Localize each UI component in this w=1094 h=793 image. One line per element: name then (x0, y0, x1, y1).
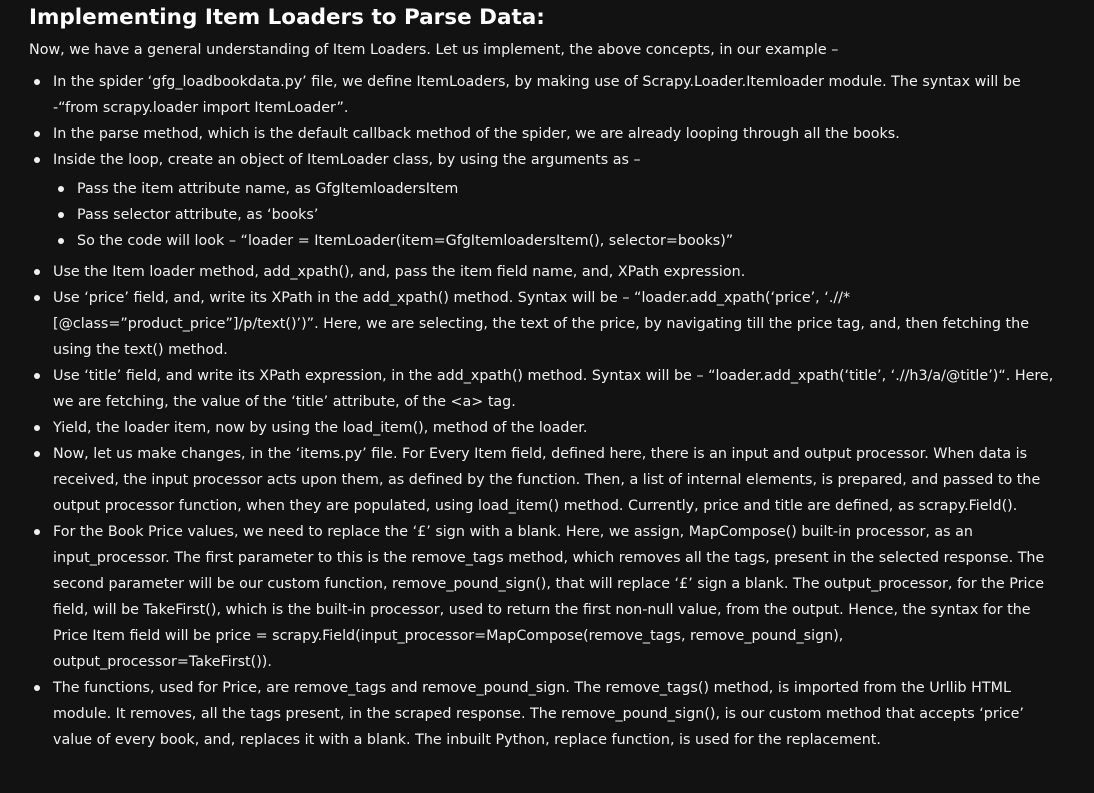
list-item-text: Use ‘title’ field, and write its XPath e… (53, 368, 1054, 410)
sub-list-item: Pass selector attribute, as ‘books’ (53, 202, 1064, 228)
section-heading: Implementing Item Loaders to Parse Data: (29, 5, 545, 30)
list-item-text: Use ‘price’ field, and, write its XPath … (53, 290, 1029, 358)
list-item-text: The functions, used for Price, are remov… (53, 680, 1024, 748)
list-item: In the spider ‘gfg_loadbookdata.py’ file… (29, 69, 1064, 121)
list-item: In the parse method, which is the defaul… (29, 121, 1064, 147)
steps-list: In the spider ‘gfg_loadbookdata.py’ file… (29, 69, 1064, 753)
list-item-text: Use the Item loader method, add_xpath(),… (53, 264, 746, 280)
sub-list-item: So the code will look – “loader = ItemLo… (53, 228, 1064, 254)
sub-list-item-text: Pass the item attribute name, as GfgItem… (77, 181, 459, 197)
list-item: Yield, the loader item, now by using the… (29, 415, 1064, 441)
list-item-text: In the parse method, which is the defaul… (53, 126, 900, 142)
list-item: For the Book Price values, we need to re… (29, 519, 1064, 675)
sub-list-item: Pass the item attribute name, as GfgItem… (53, 176, 1064, 202)
list-item-text: In the spider ‘gfg_loadbookdata.py’ file… (53, 74, 1021, 116)
list-item: Use the Item loader method, add_xpath(),… (29, 259, 1064, 285)
intro-paragraph: Now, we have a general understanding of … (29, 42, 839, 58)
article-content: Implementing Item Loaders to Parse Data:… (0, 0, 1094, 793)
list-item-text: Inside the loop, create an object of Ite… (53, 152, 641, 168)
list-item-text: Now, let us make changes, in the ‘items.… (53, 446, 1041, 514)
list-item-text: For the Book Price values, we need to re… (53, 524, 1045, 670)
list-item: Inside the loop, create an object of Ite… (29, 147, 1064, 254)
sub-list-item-text: Pass selector attribute, as ‘books’ (77, 207, 319, 223)
list-item: Use ‘price’ field, and, write its XPath … (29, 285, 1064, 363)
list-item: The functions, used for Price, are remov… (29, 675, 1064, 753)
sub-list-item-text: So the code will look – “loader = ItemLo… (77, 233, 734, 249)
list-item-text: Yield, the loader item, now by using the… (53, 420, 588, 436)
list-item: Now, let us make changes, in the ‘items.… (29, 441, 1064, 519)
list-item: Use ‘title’ field, and write its XPath e… (29, 363, 1064, 415)
sub-list: Pass the item attribute name, as GfgItem… (53, 176, 1064, 254)
